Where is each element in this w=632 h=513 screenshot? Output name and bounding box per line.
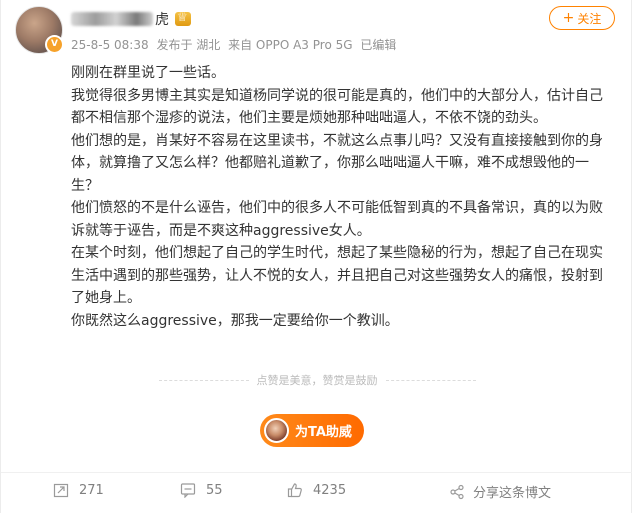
paragraph: 他们愤怒的不是什么诬告，他们中的很多人不可能低智到真的不具备常识，真的以为败诉就… — [71, 200, 603, 239]
comment-count: 55 — [206, 482, 223, 498]
blurred-name — [71, 12, 153, 26]
paragraph: 刚刚在群里说了一些话。 — [71, 65, 225, 81]
share-label: 分享这条博文 — [473, 486, 552, 501]
follow-button[interactable]: + 关注 — [549, 6, 615, 30]
follow-label: 关注 — [577, 11, 602, 26]
post-meta: 25-8-5 08:38 发布于 湖北 来自 OPPO A3 Pro 5G 已编… — [71, 36, 400, 53]
plus-icon: + — [562, 10, 575, 26]
verified-badge-icon: V — [45, 35, 64, 54]
repost-button[interactable]: 271 — [53, 482, 104, 498]
paragraph: 你既然这么aggressive，那我一定要给你一个教训。 — [71, 312, 399, 329]
edited-label[interactable]: 已编辑 — [360, 38, 396, 52]
like-count: 4235 — [313, 482, 347, 498]
author-name-row[interactable]: 虎 — [71, 9, 191, 29]
author-avatar[interactable]: V — [15, 6, 64, 54]
paragraph: 在某个时刻，他们想起了自己的学生时代，想起了某些隐秘的行为，想起了自己在现实生活… — [71, 245, 603, 306]
paragraph: 我觉得很多男博主其实是知道杨同学说的很可能是真的，他们中的大部分人，估计自己都不… — [71, 87, 603, 127]
weibo-post-card: V 虎 25-8-5 08:38 发布于 湖北 来自 OPPO A3 Pro 5… — [0, 0, 632, 513]
post-location: 发布于 湖北 — [156, 38, 221, 52]
author-name[interactable]: 虎 — [155, 9, 169, 29]
crown-level-icon — [175, 10, 191, 26]
share-button[interactable]: 分享这条博文 — [449, 482, 551, 501]
action-bar: 271 55 4235 分享这条博文 — [1, 472, 632, 509]
reward-label: 为TA助威 — [295, 425, 352, 440]
post-time[interactable]: 25-8-5 08:38 — [71, 38, 149, 52]
praise-text: 点赞是美意，赞赏是鼓励 — [1, 372, 632, 388]
comment-icon — [180, 483, 196, 498]
thumbs-up-icon — [287, 483, 302, 498]
share-icon — [450, 484, 464, 499]
repost-icon — [53, 483, 69, 498]
post-source: 来自 OPPO A3 Pro 5G — [228, 38, 353, 52]
like-button[interactable]: 4235 — [287, 482, 346, 498]
reward-button[interactable]: 为TA助威 — [260, 414, 364, 447]
comment-button[interactable]: 55 — [180, 482, 223, 498]
reward-avatar — [264, 418, 289, 443]
post-content: 刚刚在群里说了一些话。 我觉得很多男博主其实是知道杨同学说的很可能是真的，他们中… — [71, 62, 616, 332]
paragraph: 他们想的是，肖某好不容易在这里读书，不就这么点事儿吗？又没有直接接触到你的身体，… — [71, 132, 603, 194]
repost-count: 271 — [79, 482, 104, 498]
